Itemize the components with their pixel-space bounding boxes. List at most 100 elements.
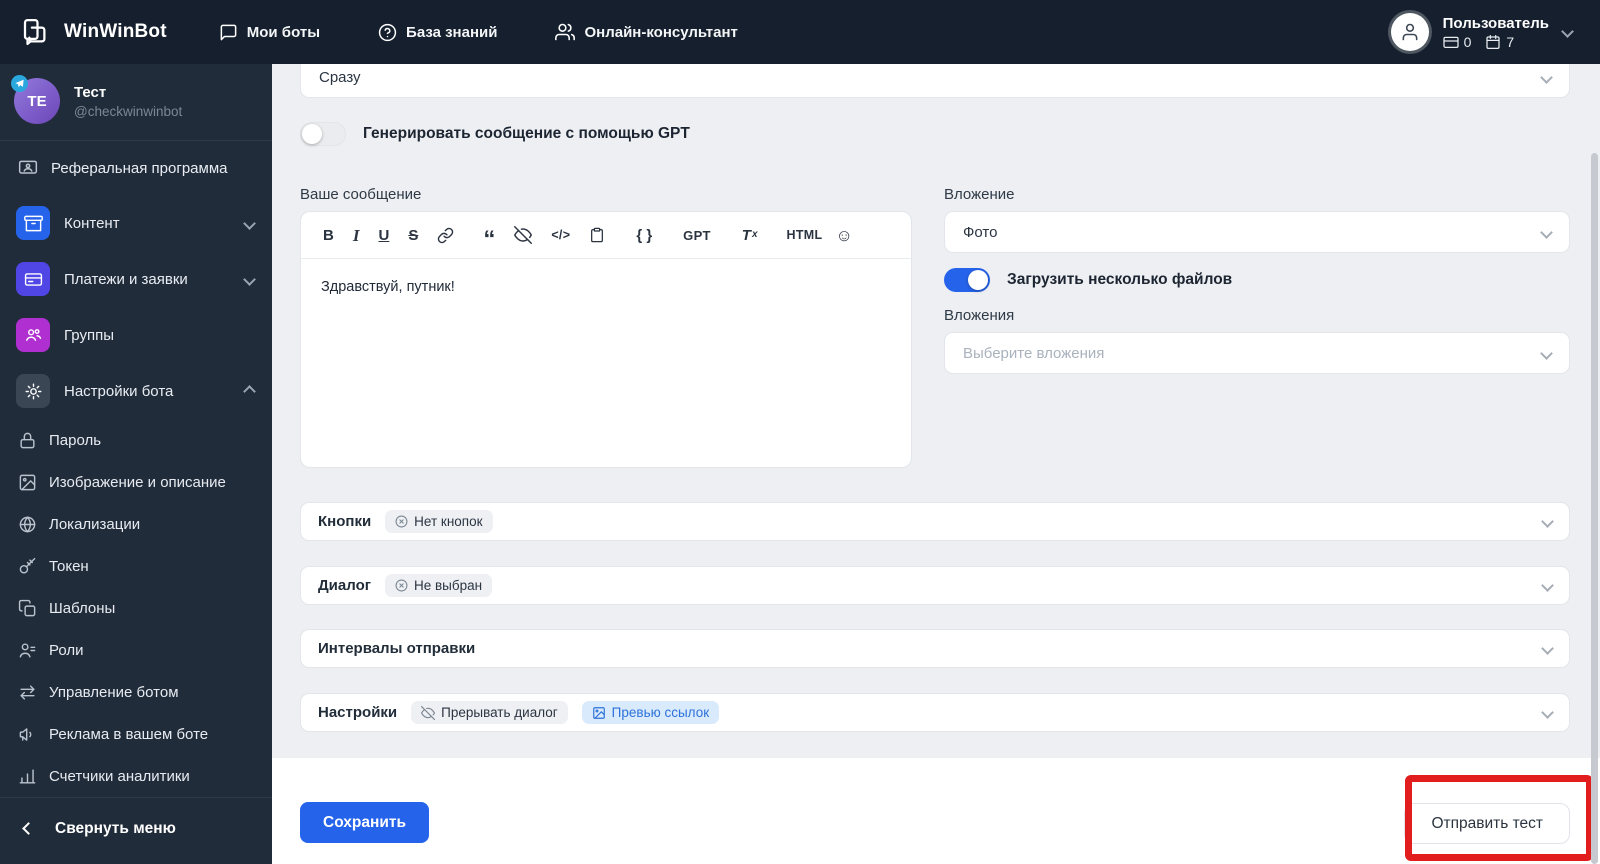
accordion-buttons[interactable]: Кнопки Нет кнопок xyxy=(300,502,1570,541)
x-circle-icon xyxy=(395,579,408,592)
gpt-button[interactable]: GPT xyxy=(683,229,711,242)
sidebar-item-label: Платежи и заявки xyxy=(64,270,188,288)
sidebar-item-label: Счетчики аналитики xyxy=(49,767,190,785)
card-counter: 0 xyxy=(1442,33,1472,50)
accordion-dialog[interactable]: Диалог Не выбран xyxy=(300,566,1570,605)
card-icon xyxy=(1442,34,1459,50)
sidebar-item-token[interactable]: Токен xyxy=(0,545,272,587)
calendar-count: 7 xyxy=(1506,33,1515,50)
nav-my-bots[interactable]: Мои боты xyxy=(219,23,320,42)
attachment-type-select[interactable]: Фото xyxy=(944,211,1570,253)
sidebar-item-label: Реклама в вашем боте xyxy=(49,725,209,743)
send-when-value: Сразу xyxy=(319,68,361,86)
top-navbar: WinWinBot Мои боты База знаний Онлайн-ко… xyxy=(0,0,1600,64)
calendar-counter: 7 xyxy=(1485,34,1514,50)
sidebar-item-localizations[interactable]: Локализации xyxy=(0,503,272,545)
telegram-badge-icon xyxy=(11,75,28,92)
emoji-icon[interactable]: ☺ xyxy=(835,227,852,244)
status-badge: Прерывать диалог xyxy=(411,701,568,724)
accordion-settings[interactable]: Настройки Прерывать диалог Превью ссылок xyxy=(300,693,1570,732)
sidebar-item-label: Управление ботом xyxy=(49,683,179,701)
status-badge: Нет кнопок xyxy=(385,510,493,533)
chevron-down-icon xyxy=(1541,640,1554,658)
accordion-intervals[interactable]: Интервалы отправки xyxy=(300,629,1570,668)
sidebar-item-bot-settings[interactable]: Настройки бота xyxy=(0,363,272,419)
save-button[interactable]: Сохранить xyxy=(300,802,429,843)
attachments-select[interactable]: Выберите вложения xyxy=(944,332,1570,374)
main-content: Сразу Генерировать сообщение с помощью G… xyxy=(272,56,1600,864)
sidebar-item-ads[interactable]: Реклама в вашем боте xyxy=(0,713,272,755)
multi-files-toggle[interactable] xyxy=(944,268,990,292)
sidebar-item-content[interactable]: Контент xyxy=(0,195,272,251)
sidebar-item-label: Реферальная программа xyxy=(51,159,228,177)
gpt-toggle-label: Генерировать сообщение с помощью GPT xyxy=(363,125,690,142)
badge-label: Прерывать диалог xyxy=(441,705,558,720)
nav-online-consultant[interactable]: Онлайн-консультант xyxy=(555,22,738,42)
clipboard-icon[interactable] xyxy=(589,227,605,243)
vertical-scrollbar[interactable] xyxy=(1591,153,1598,864)
groups-icon xyxy=(16,318,50,352)
editor-toolbar: B I U S “ </> { } GPT Tx HTML ☺ xyxy=(301,212,911,259)
quote-icon[interactable]: “ xyxy=(483,218,495,252)
accordion-title: Диалог xyxy=(318,577,371,594)
accordion-title: Кнопки xyxy=(318,513,372,530)
chat-bubble-icon xyxy=(219,23,238,42)
sidebar-item-label: Токен xyxy=(49,557,89,575)
collapse-menu-label: Свернуть меню xyxy=(55,820,176,837)
clear-format-icon[interactable]: Tx xyxy=(742,228,758,243)
sidebar-item-roles[interactable]: Роли xyxy=(0,629,272,671)
html-button[interactable]: HTML xyxy=(787,229,823,242)
chevron-down-icon xyxy=(1541,704,1554,722)
link-icon[interactable] xyxy=(437,227,454,244)
bot-handle: @checkwinwinbot xyxy=(74,103,183,119)
user-roles-icon xyxy=(18,641,37,660)
attachment-type-value: Фото xyxy=(963,223,998,241)
message-content[interactable]: Здравствуй, путник! xyxy=(301,259,911,315)
card-count: 0 xyxy=(1463,33,1472,50)
underline-icon[interactable]: U xyxy=(378,228,389,243)
code-icon[interactable]: </> xyxy=(551,229,570,242)
badge-label: Превью ссылок xyxy=(611,705,710,720)
bold-icon[interactable]: B xyxy=(323,228,334,243)
bot-initials: TE xyxy=(27,92,47,110)
brand[interactable]: WinWinBot xyxy=(0,15,167,49)
bot-profile[interactable]: TE Тест @checkwinwinbot xyxy=(0,64,272,140)
badge-label: Не выбран xyxy=(414,578,483,593)
megaphone-icon xyxy=(18,725,37,744)
clear-format-t: T xyxy=(741,226,751,244)
attachment-label: Вложение xyxy=(944,186,1015,203)
sidebar-item-label: Пароль xyxy=(49,431,102,449)
sidebar-item-password[interactable]: Пароль xyxy=(0,419,272,461)
status-badge-blue: Превью ссылок xyxy=(581,701,720,724)
clear-format-x: x xyxy=(751,229,758,240)
sidebar-item-bot-management[interactable]: Управление ботом xyxy=(0,671,272,713)
footer-band xyxy=(272,758,1600,864)
nav-knowledge-base[interactable]: База знаний xyxy=(378,23,497,42)
spoiler-eye-off-icon[interactable] xyxy=(514,226,533,244)
content-box-icon xyxy=(16,206,50,240)
strikethrough-icon[interactable]: S xyxy=(408,228,418,243)
sidebar-item-label: Настройки бота xyxy=(64,382,174,400)
sidebar-item-label: Группы xyxy=(64,326,114,344)
user-avatar-icon xyxy=(1390,13,1429,51)
sidebar-item-groups[interactable]: Группы xyxy=(0,307,272,363)
sidebar-item-label: Контент xyxy=(64,214,120,232)
bot-avatar: TE xyxy=(11,75,60,124)
italic-icon[interactable]: I xyxy=(353,227,360,244)
gpt-toggle[interactable] xyxy=(300,122,346,146)
sidebar-item-referral[interactable]: Реферальная программа xyxy=(0,147,272,189)
sidebar-item-payments[interactable]: Платежи и заявки xyxy=(0,251,272,307)
braces-icon[interactable]: { } xyxy=(636,228,652,243)
sidebar-item-image-description[interactable]: Изображение и описание xyxy=(0,461,272,503)
send-test-button[interactable]: Отправить тест xyxy=(1404,803,1570,844)
badge-label: Нет кнопок xyxy=(414,514,483,529)
users-icon xyxy=(555,22,576,42)
swap-arrows-icon xyxy=(18,683,37,702)
chevron-down-icon xyxy=(1540,345,1553,362)
sidebar-item-analytics[interactable]: Счетчики аналитики xyxy=(0,755,272,797)
user-menu[interactable]: Пользователь 0 7 xyxy=(1390,13,1574,51)
sidebar-item-templates[interactable]: Шаблоны xyxy=(0,587,272,629)
main-nav: Мои боты База знаний Онлайн-консультант xyxy=(219,22,738,42)
message-editor: B I U S “ </> { } GPT Tx HTML ☺ Здравств… xyxy=(300,211,912,468)
collapse-menu-button[interactable]: Свернуть меню xyxy=(0,797,272,864)
